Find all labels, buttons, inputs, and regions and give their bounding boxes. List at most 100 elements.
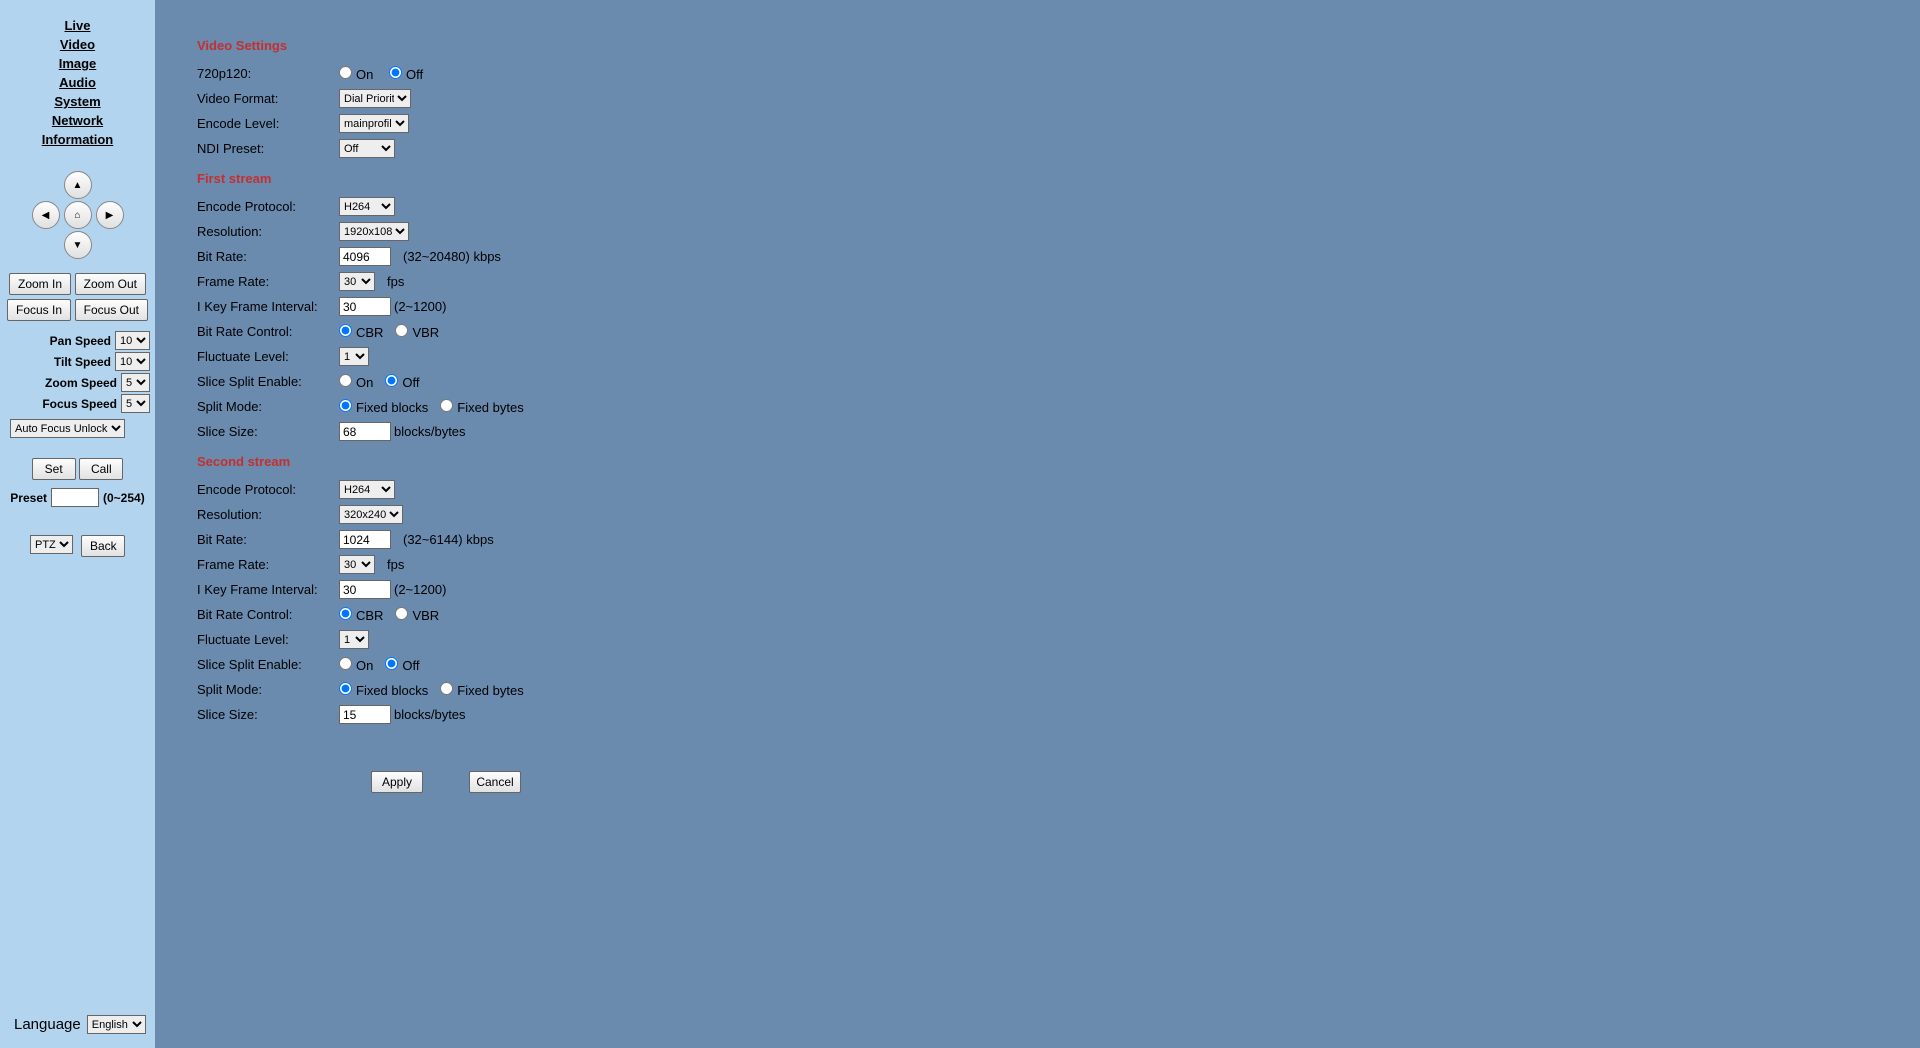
apply-button[interactable]: Apply	[371, 771, 423, 793]
s2-proto-label: Encode Protocol:	[197, 482, 339, 497]
back-button[interactable]: Back	[81, 535, 125, 557]
nav-video[interactable]: Video	[42, 37, 114, 52]
s2-fluc-label: Fluctuate Level:	[197, 632, 339, 647]
pan-speed-select[interactable]: 10	[115, 331, 150, 350]
s2-ss-input[interactable]	[339, 705, 391, 724]
s2-ikey-label: I Key Frame Interval:	[197, 582, 339, 597]
s1-bit-hint: (32~20480) kbps	[403, 249, 501, 264]
focus-in-button[interactable]: Focus In	[7, 299, 71, 321]
s1-bit-input[interactable]	[339, 247, 391, 266]
s2-vbr-radio[interactable]	[395, 607, 408, 620]
ptz-down-button[interactable]: ▼	[64, 231, 92, 259]
ptz-dpad: ▲ ◀ ⌂ ▶ ▼	[32, 171, 124, 261]
second-stream-title: Second stream	[197, 454, 1920, 469]
s2-res-select[interactable]: 320x240	[339, 505, 403, 524]
s2-cbr-radio[interactable]	[339, 607, 352, 620]
ptz-home-button[interactable]: ⌂	[64, 201, 92, 229]
s1-ikey-input[interactable]	[339, 297, 391, 316]
nav-image[interactable]: Image	[42, 56, 114, 71]
s1-sse-on-radio[interactable]	[339, 374, 352, 387]
s2-sm-b-radio[interactable]	[440, 682, 453, 695]
triangle-down-icon: ▼	[73, 240, 83, 251]
s2-proto-select[interactable]: H264	[339, 480, 395, 499]
s1-sm-b-radio[interactable]	[440, 399, 453, 412]
720p-label: 720p120:	[197, 66, 339, 81]
720p-off-radio[interactable]	[389, 66, 402, 79]
s2-fr-select[interactable]: 30	[339, 555, 375, 574]
s1-sse-off-radio[interactable]	[385, 374, 398, 387]
s1-ikey-label: I Key Frame Interval:	[197, 299, 339, 314]
s2-sm-a-text: Fixed blocks	[356, 683, 428, 698]
s2-sse-on-radio[interactable]	[339, 657, 352, 670]
cancel-button[interactable]: Cancel	[469, 771, 521, 793]
zoom-speed-select[interactable]: 5	[121, 373, 150, 392]
nav-network[interactable]: Network	[42, 113, 114, 128]
zoom-speed-label: Zoom Speed	[45, 376, 117, 390]
language-select[interactable]: English	[87, 1015, 146, 1034]
triangle-up-icon: ▲	[73, 180, 83, 191]
s1-vbr-radio[interactable]	[395, 324, 408, 337]
s1-fluc-select[interactable]: 1	[339, 347, 369, 366]
s2-fluc-select[interactable]: 1	[339, 630, 369, 649]
s1-fr-label: Frame Rate:	[197, 274, 339, 289]
ptz-mode-select[interactable]: PTZ	[30, 535, 73, 554]
s1-sm-a-text: Fixed blocks	[356, 400, 428, 415]
language-label: Language	[14, 1016, 81, 1033]
encode-level-label: Encode Level:	[197, 116, 339, 131]
s1-fr-unit: fps	[387, 274, 404, 289]
preset-input[interactable]	[51, 488, 99, 507]
auto-focus-select[interactable]: Auto Focus Unlock	[10, 419, 125, 438]
s2-bit-hint: (32~6144) kbps	[403, 532, 494, 547]
ndi-preset-label: NDI Preset:	[197, 141, 339, 156]
triangle-left-icon: ◀	[42, 210, 50, 221]
s2-fr-label: Frame Rate:	[197, 557, 339, 572]
nav-information[interactable]: Information	[42, 132, 114, 147]
zoom-in-button[interactable]: Zoom In	[9, 273, 71, 295]
video-format-label: Video Format:	[197, 91, 339, 106]
s2-sse-off-text: Off	[402, 658, 419, 673]
triangle-right-icon: ▶	[106, 210, 114, 221]
s1-res-select[interactable]: 1920x1080	[339, 222, 409, 241]
s1-cbr-radio[interactable]	[339, 324, 352, 337]
s1-cbr-text: CBR	[356, 325, 383, 340]
s2-ikey-input[interactable]	[339, 580, 391, 599]
nav-live[interactable]: Live	[42, 18, 114, 33]
focus-out-button[interactable]: Focus Out	[75, 299, 148, 321]
s1-sm-label: Split Mode:	[197, 399, 339, 414]
s1-vbr-text: VBR	[412, 325, 439, 340]
video-format-select[interactable]: Dial Priority	[339, 89, 411, 108]
s1-ss-unit: blocks/bytes	[394, 424, 466, 439]
focus-speed-select[interactable]: 5	[121, 394, 150, 413]
ptz-up-button[interactable]: ▲	[64, 171, 92, 199]
s2-sse-label: Slice Split Enable:	[197, 657, 339, 672]
call-button[interactable]: Call	[79, 458, 123, 480]
s1-fr-select[interactable]: 30	[339, 272, 375, 291]
nav-system[interactable]: System	[42, 94, 114, 109]
s1-proto-label: Encode Protocol:	[197, 199, 339, 214]
s1-ss-input[interactable]	[339, 422, 391, 441]
s1-sm-a-radio[interactable]	[339, 399, 352, 412]
home-icon: ⌂	[74, 210, 80, 221]
s1-fluc-label: Fluctuate Level:	[197, 349, 339, 364]
zoom-out-button[interactable]: Zoom Out	[75, 273, 146, 295]
s2-sse-off-radio[interactable]	[385, 657, 398, 670]
s1-sm-b-text: Fixed bytes	[457, 400, 523, 415]
s2-sm-a-radio[interactable]	[339, 682, 352, 695]
set-button[interactable]: Set	[32, 458, 76, 480]
encode-level-select[interactable]: mainprofile	[339, 114, 409, 133]
ptz-right-button[interactable]: ▶	[96, 201, 124, 229]
ptz-left-button[interactable]: ◀	[32, 201, 60, 229]
ndi-preset-select[interactable]: Off	[339, 139, 395, 158]
nav-links: Live Video Image Audio System Network In…	[42, 18, 114, 151]
sidebar: Live Video Image Audio System Network In…	[0, 0, 155, 1048]
s2-res-label: Resolution:	[197, 507, 339, 522]
s1-res-label: Resolution:	[197, 224, 339, 239]
s2-cbr-text: CBR	[356, 608, 383, 623]
s1-sse-off-text: Off	[402, 375, 419, 390]
720p-on-radio[interactable]	[339, 66, 352, 79]
tilt-speed-select[interactable]: 10	[115, 352, 150, 371]
nav-audio[interactable]: Audio	[42, 75, 114, 90]
s2-bit-input[interactable]	[339, 530, 391, 549]
preset-label: Preset	[10, 491, 47, 505]
s1-proto-select[interactable]: H264	[339, 197, 395, 216]
